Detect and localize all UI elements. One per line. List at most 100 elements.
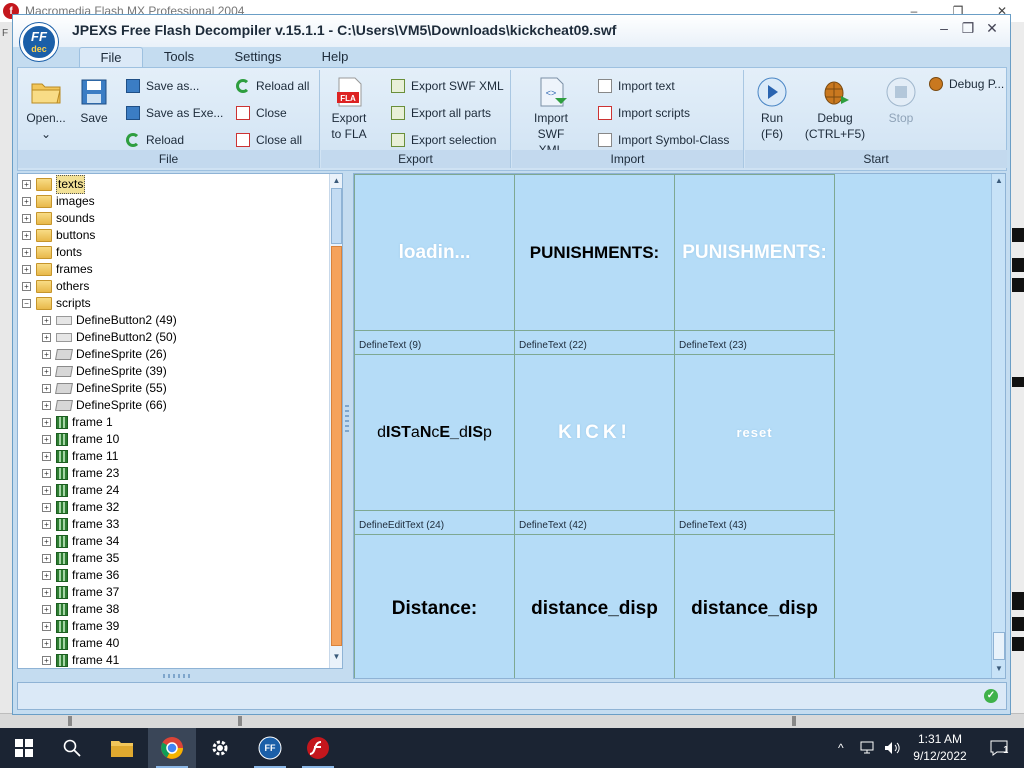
start-button[interactable] [0, 728, 48, 768]
tree-node[interactable]: + frame 40 [42, 635, 119, 652]
tree-node[interactable]: + frame 10 [42, 431, 119, 448]
save-button[interactable]: Save [74, 76, 114, 126]
reload-all-button[interactable]: Reload all [236, 76, 309, 96]
export-to-fla-button[interactable]: FLA Export to FLA [327, 76, 371, 142]
tree-node[interactable]: + images [22, 193, 95, 210]
tree-node[interactable]: + frame 36 [42, 567, 119, 584]
preview-tile[interactable]: reset DefineText (43) [674, 354, 835, 535]
open-button[interactable]: Open... ⌄ [24, 76, 68, 142]
export-selection-button[interactable]: Export selection [391, 130, 496, 150]
debug-p-button[interactable]: Debug P... [929, 74, 1004, 94]
expand-toggle-icon[interactable]: + [42, 571, 51, 580]
tree-node[interactable]: + frame 38 [42, 601, 119, 618]
expand-toggle-icon[interactable]: + [42, 537, 51, 546]
expand-toggle-icon[interactable]: + [42, 418, 51, 427]
tree-node[interactable]: + frame 24 [42, 482, 119, 499]
close-all-button[interactable]: Close all [236, 130, 302, 150]
tree-scroll-thumb[interactable] [331, 246, 342, 646]
taskbar-flash[interactable] [294, 728, 342, 768]
preview-tile[interactable]: PUNISHMENTS: DefineText (22) [514, 174, 675, 355]
taskbar-chrome[interactable] [148, 728, 196, 768]
expand-toggle-icon[interactable]: + [42, 486, 51, 495]
tree-node[interactable]: + DefineSprite (55) [42, 380, 167, 397]
notifications-button[interactable]: 1 [984, 728, 1014, 768]
tree-scroll-up-icon[interactable]: ▲ [330, 174, 342, 187]
tree-node[interactable]: + frame 33 [42, 516, 119, 533]
tree-node[interactable]: + DefineSprite (66) [42, 397, 167, 414]
tree-scroll-track[interactable] [331, 188, 342, 244]
tab-tools[interactable]: Tools [153, 47, 205, 67]
expand-toggle-icon[interactable]: + [22, 248, 31, 257]
expand-toggle-icon[interactable]: + [42, 367, 51, 376]
tree-node[interactable]: + DefineSprite (39) [42, 363, 167, 380]
tree-resize-handle[interactable] [163, 674, 193, 678]
expand-toggle-icon[interactable]: + [22, 265, 31, 274]
preview-tile[interactable]: KICK! DefineText (42) [514, 354, 675, 535]
expand-toggle-icon[interactable]: + [42, 639, 51, 648]
minimize-button[interactable]: – [932, 20, 956, 37]
expand-toggle-icon[interactable]: + [42, 588, 51, 597]
expand-toggle-icon[interactable]: + [42, 333, 51, 342]
import-text-button[interactable]: Import text [598, 76, 675, 96]
tree-node[interactable]: + frame 39 [42, 618, 119, 635]
tree-node[interactable]: + DefineButton2 (49) [42, 312, 177, 329]
preview-scroll-down-icon[interactable]: ▼ [992, 662, 1005, 676]
tree-node[interactable]: + frame 41 [42, 652, 119, 668]
tree-node[interactable]: + sounds [22, 210, 95, 227]
tree-scrollbar[interactable]: ▲ ▼ [329, 174, 342, 668]
expand-toggle-icon[interactable]: + [22, 282, 31, 291]
volume-icon[interactable] [884, 728, 902, 768]
expand-toggle-icon[interactable]: + [42, 656, 51, 665]
expand-toggle-icon[interactable]: + [42, 469, 51, 478]
tree-node[interactable]: + frame 11 [42, 448, 118, 465]
save-as-exe-button[interactable]: Save as Exe... [126, 103, 223, 123]
export-all-parts-button[interactable]: Export all parts [391, 103, 491, 123]
preview-scroll-thumb[interactable] [993, 632, 1005, 660]
tree-node[interactable]: + fonts [22, 244, 82, 261]
export-swf-xml-button[interactable]: Export SWF XML [391, 76, 504, 96]
preview-tile[interactable]: loadin... DefineText (9) [354, 174, 515, 355]
preview-tile[interactable]: distance_disp [674, 534, 835, 678]
expand-toggle-icon[interactable]: + [42, 401, 51, 410]
tree-scroll-down-icon[interactable]: ▼ [330, 650, 342, 663]
close-button[interactable]: ✕ [980, 20, 1004, 37]
preview-tile[interactable]: Distance: [354, 534, 515, 678]
save-as-button[interactable]: Save as... [126, 76, 199, 96]
preview-scrollbar[interactable]: ▲ ▼ [991, 174, 1005, 678]
tree-node[interactable]: + frame 23 [42, 465, 119, 482]
import-symbol-class-button[interactable]: Import Symbol-Class [598, 130, 729, 150]
expand-toggle-icon[interactable]: + [42, 384, 51, 393]
tree-node[interactable]: + frame 32 [42, 499, 119, 516]
network-icon[interactable] [860, 728, 878, 768]
expand-toggle-icon[interactable]: + [22, 214, 31, 223]
tree-node[interactable]: + frames [22, 261, 93, 278]
taskbar-ffdec[interactable]: FF [246, 728, 294, 768]
tree-node[interactable]: + frame 37 [42, 584, 119, 601]
stop-button[interactable]: Stop [879, 76, 923, 126]
expand-toggle-icon[interactable]: + [22, 197, 31, 206]
tree-node[interactable]: + frame 1 [42, 414, 113, 431]
expand-toggle-icon[interactable]: + [22, 180, 31, 189]
preview-tile[interactable]: dISTaNcE_dISp DefineEditText (24) [354, 354, 515, 535]
splitter-handle[interactable] [345, 405, 349, 435]
tree-node[interactable]: + others [22, 278, 89, 295]
expand-toggle-icon[interactable]: + [42, 316, 51, 325]
taskbar-settings[interactable] [196, 728, 244, 768]
import-swf-xml-button[interactable]: <> Import SWF XML [524, 76, 578, 158]
system-clock[interactable]: 1:31 AM 9/12/2022 [905, 731, 975, 765]
preview-scroll-up-icon[interactable]: ▲ [992, 174, 1005, 188]
tray-overflow-chevron-icon[interactable]: ^ [838, 728, 844, 768]
tree-node[interactable]: + frame 34 [42, 533, 119, 550]
expand-toggle-icon[interactable]: + [42, 452, 51, 461]
expand-toggle-icon[interactable]: + [42, 350, 51, 359]
tree-node[interactable]: + DefineButton2 (50) [42, 329, 177, 346]
preview-tile[interactable]: PUNISHMENTS: DefineText (23) [674, 174, 835, 355]
import-scripts-button[interactable]: Import scripts [598, 103, 690, 123]
preview-tile[interactable]: distance_disp [514, 534, 675, 678]
debug-button[interactable]: Debug (CTRL+F5) [799, 76, 871, 142]
tab-settings[interactable]: Settings [227, 47, 289, 67]
tree-node[interactable]: + DefineSprite (26) [42, 346, 167, 363]
maximize-button[interactable]: ❐ [956, 20, 980, 37]
taskbar-search-button[interactable] [48, 728, 96, 768]
tree-node[interactable]: + frame 35 [42, 550, 119, 567]
